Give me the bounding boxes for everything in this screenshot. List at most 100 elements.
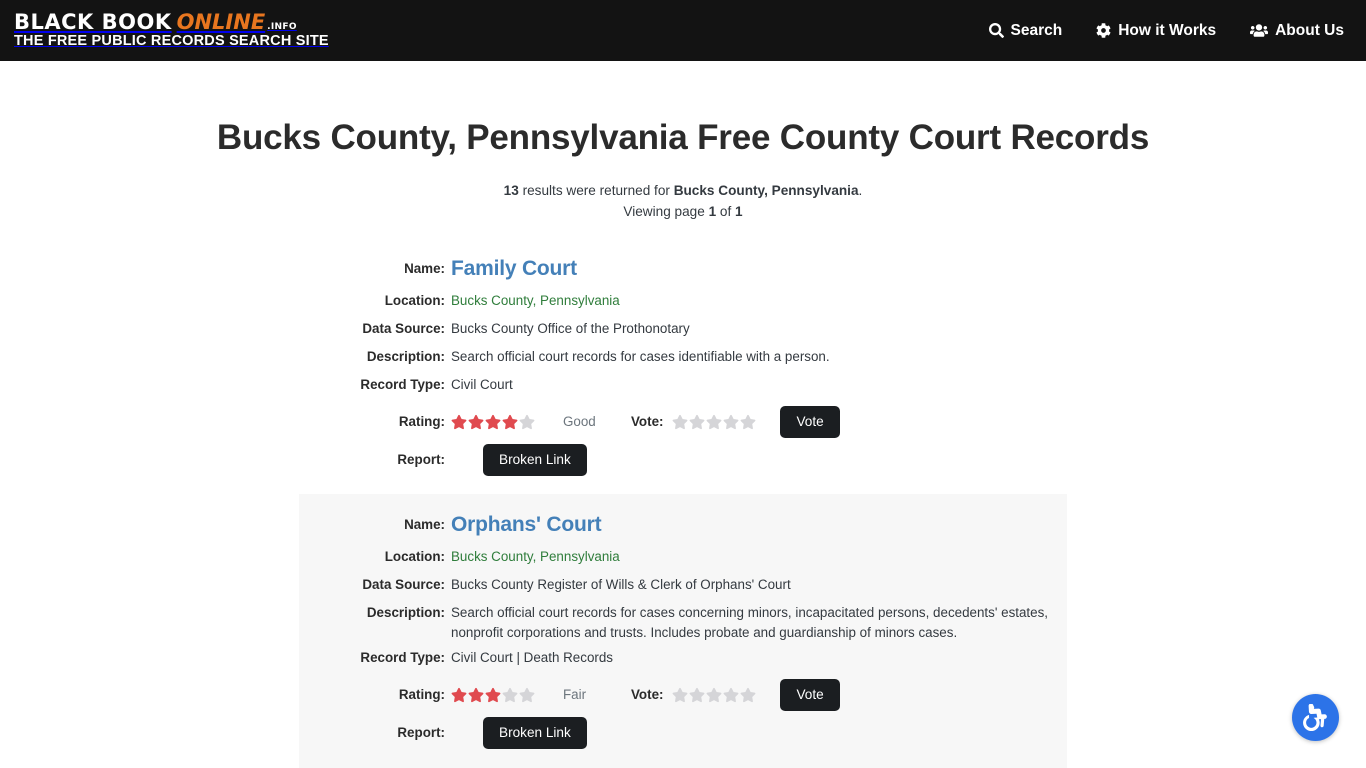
pagination-prefix: Viewing page xyxy=(623,203,709,219)
logo-tagline: THE FREE PUBLIC RECORDS SEARCH SITE xyxy=(14,33,329,49)
result-data-source-value: Bucks County Register of Wills & Clerk o… xyxy=(451,577,791,592)
result-description-label: Description: xyxy=(366,605,445,620)
star-icon xyxy=(468,414,484,430)
result-name-row: Name: Orphans' Court xyxy=(299,510,1067,542)
result-description-row: Description: Search official court recor… xyxy=(299,600,1067,643)
star-icon xyxy=(673,687,688,703)
result-count-text: results were returned for xyxy=(518,183,674,198)
result-name-link[interactable]: Orphans' Court xyxy=(451,513,602,536)
star-icon xyxy=(502,687,518,703)
star-icon xyxy=(485,687,501,703)
site-logo[interactable]: BLACK BOOK ONLINE .INFO THE FREE PUBLIC … xyxy=(14,12,329,49)
result-report-row: Report: Broken Link xyxy=(299,444,1067,476)
page-title: Bucks County, Pennsylvania Free County C… xyxy=(216,118,1150,157)
result-data-source-row: Data Source: Bucks County Register of Wi… xyxy=(299,572,1067,598)
result-report-label: Report: xyxy=(397,452,445,467)
logo-info-tld: .INFO xyxy=(267,22,297,32)
result-location-label: Location: xyxy=(384,549,445,564)
gear-icon xyxy=(1096,23,1111,38)
result-record-type-label: Record Type: xyxy=(360,377,445,392)
page-content: Bucks County, Pennsylvania Free County C… xyxy=(0,61,1366,768)
pagination-total-pages: 1 xyxy=(735,203,743,219)
pagination-current-page: 1 xyxy=(708,203,717,219)
star-icon xyxy=(690,687,705,703)
star-icon xyxy=(519,414,535,430)
star-icon xyxy=(451,687,467,703)
star-icon xyxy=(451,414,467,430)
site-header: BLACK BOOK ONLINE .INFO THE FREE PUBLIC … xyxy=(0,0,1366,61)
main-navigation: Search How it Works About Us xyxy=(988,21,1344,39)
nav-item-about-us[interactable]: About Us xyxy=(1250,23,1344,39)
result-report-label: Report: xyxy=(397,725,445,740)
result-card: Name: Orphans' Court Location: Bucks Cou… xyxy=(299,494,1067,768)
result-card: Name: Family Court Location: Bucks Count… xyxy=(299,240,1067,494)
star-icon xyxy=(690,414,705,430)
star-icon xyxy=(707,414,722,430)
star-icon xyxy=(485,414,501,430)
result-record-type-row: Record Type: Civil Court | Death Records xyxy=(299,645,1067,671)
nav-item-how-it-works[interactable]: How it Works xyxy=(1096,23,1216,39)
star-icon xyxy=(673,414,688,430)
result-description-label: Description: xyxy=(366,349,445,364)
result-record-type-value: Civil Court | Death Records xyxy=(451,650,613,665)
result-rating-label: Rating: xyxy=(398,687,445,702)
result-name-label: Name: xyxy=(404,261,445,276)
results-list: Name: Family Court Location: Bucks Count… xyxy=(0,240,1366,768)
result-location-link[interactable]: Bucks County, Pennsylvania xyxy=(451,293,620,308)
result-report-row: Report: Broken Link xyxy=(299,717,1067,749)
result-rating-word: Fair xyxy=(563,687,587,702)
result-description-value: Search official court records for cases … xyxy=(451,605,1049,640)
result-location-label: Location: xyxy=(384,293,445,308)
logo-online: ONLINE xyxy=(176,10,266,34)
star-icon xyxy=(707,687,722,703)
star-icon xyxy=(724,687,739,703)
result-name-row: Name: Family Court xyxy=(299,254,1067,286)
result-description-row: Description: Search official court recor… xyxy=(299,344,1067,370)
result-rating-word: Good xyxy=(563,414,596,429)
result-count: 13 xyxy=(503,183,519,198)
result-description-value: Search official court records for cases … xyxy=(451,349,830,364)
result-rating-row: Rating: Fair Vote: Vote xyxy=(299,679,1067,711)
result-data-source-label: Data Source: xyxy=(362,321,445,336)
pagination-info: Viewing page 1 of 1 xyxy=(0,202,1366,223)
star-icon xyxy=(468,687,484,703)
star-icon xyxy=(724,414,739,430)
result-record-type-row: Record Type: Civil Court xyxy=(299,372,1067,398)
result-vote-stars[interactable] xyxy=(672,687,756,703)
accessibility-widget-button[interactable] xyxy=(1292,694,1339,741)
nav-item-search[interactable]: Search xyxy=(988,21,1063,39)
result-data-source-row: Data Source: Bucks County Office of the … xyxy=(299,316,1067,342)
users-icon xyxy=(1250,23,1269,38)
result-count-line: 13 results were returned for Bucks Count… xyxy=(0,181,1366,202)
nav-item-how-it-works-label: How it Works xyxy=(1118,21,1217,39)
vote-button[interactable]: Vote xyxy=(780,406,840,438)
result-record-type-label: Record Type: xyxy=(360,650,445,665)
result-rating-label: Rating: xyxy=(398,414,445,429)
result-vote-label: Vote: xyxy=(631,414,664,429)
nav-item-about-us-label: About Us xyxy=(1275,21,1344,39)
result-rating-stars xyxy=(451,414,535,430)
broken-link-button[interactable]: Broken Link xyxy=(483,444,587,476)
result-name-link[interactable]: Family Court xyxy=(451,257,577,280)
result-vote-stars[interactable] xyxy=(672,414,756,430)
result-location: Bucks County, Pennsylvania xyxy=(673,183,859,198)
star-icon xyxy=(519,687,535,703)
result-rating-row: Rating: Good Vote: Vote xyxy=(299,406,1067,438)
star-icon xyxy=(741,414,756,430)
result-location-row: Location: Bucks County, Pennsylvania xyxy=(299,288,1067,314)
result-vote-label: Vote: xyxy=(631,687,664,702)
result-location-link[interactable]: Bucks County, Pennsylvania xyxy=(451,549,620,564)
result-location-row: Location: Bucks County, Pennsylvania xyxy=(299,544,1067,570)
result-name-label: Name: xyxy=(404,517,445,532)
result-rating-stars xyxy=(451,687,535,703)
logo-black-book: BLACK BOOK xyxy=(14,10,172,34)
nav-item-search-label: Search xyxy=(1010,21,1063,39)
wheelchair-accessibility-icon xyxy=(1302,704,1329,731)
broken-link-button[interactable]: Broken Link xyxy=(483,717,587,749)
vote-button[interactable]: Vote xyxy=(780,679,840,711)
result-record-type-value: Civil Court xyxy=(451,377,513,392)
logo-wordmark: BLACK BOOK ONLINE .INFO xyxy=(14,12,329,33)
result-data-source-value: Bucks County Office of the Prothonotary xyxy=(451,321,690,336)
search-icon xyxy=(988,23,1004,38)
star-icon xyxy=(502,414,518,430)
